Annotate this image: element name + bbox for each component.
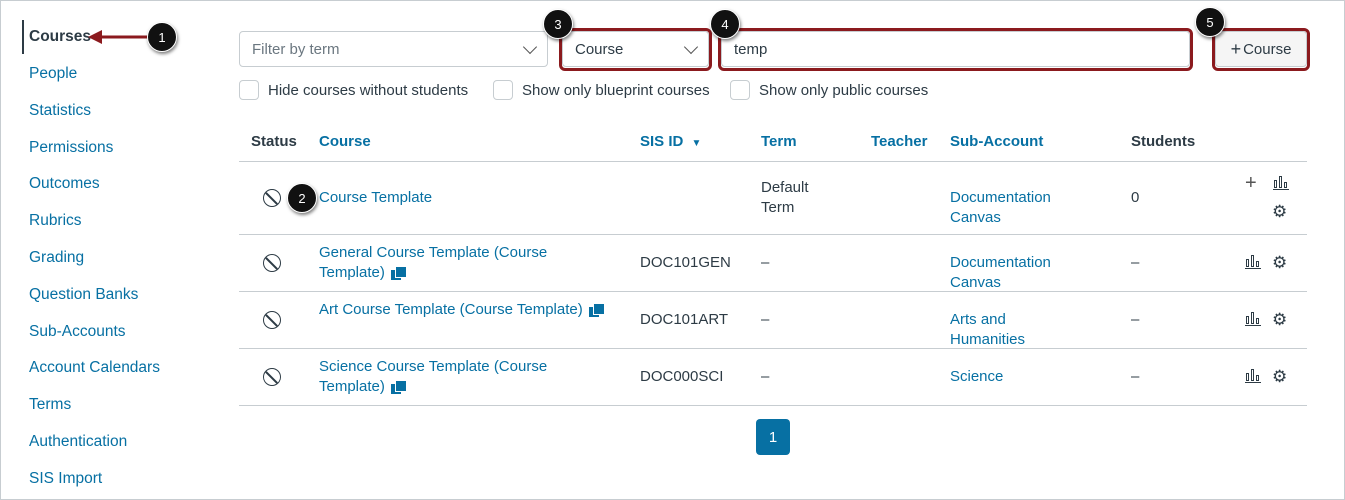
term: Default Term bbox=[761, 179, 809, 216]
page-1-button[interactable]: 1 bbox=[756, 419, 790, 455]
sidebar-item-grading[interactable]: Grading bbox=[29, 249, 84, 267]
checkbox-box[interactable] bbox=[493, 80, 513, 100]
sidebar-item-account-calendars[interactable]: Account Calendars bbox=[29, 359, 160, 377]
statistics-icon[interactable] bbox=[1245, 312, 1261, 326]
header-status: Status bbox=[251, 133, 297, 150]
sis-id: DOC101ART bbox=[640, 311, 729, 328]
students: – bbox=[1131, 368, 1140, 385]
sidebar-item-statistics[interactable]: Statistics bbox=[29, 102, 91, 120]
unpublished-icon bbox=[263, 368, 281, 386]
sis-id: DOC000SCI bbox=[640, 368, 724, 385]
term: – bbox=[761, 254, 770, 271]
header-sis-id-label: SIS ID bbox=[640, 133, 684, 150]
annotation-badge-1: 1 bbox=[147, 22, 177, 52]
sub-account-link[interactable]: Documentation Canvas bbox=[950, 188, 1080, 228]
sub-account-link[interactable]: Arts and Humanities bbox=[950, 310, 1080, 350]
course-link[interactable]: Course Template bbox=[319, 188, 569, 208]
students: – bbox=[1131, 254, 1140, 271]
statistics-icon[interactable] bbox=[1245, 369, 1261, 383]
sidebar-item-terms[interactable]: Terms bbox=[29, 396, 71, 414]
course-link[interactable]: Science Course Template (Course Template… bbox=[319, 357, 569, 397]
sub-account-link[interactable]: Documentation Canvas bbox=[950, 253, 1080, 293]
sidebar-item-question-banks[interactable]: Question Banks bbox=[29, 286, 138, 304]
active-indicator bbox=[22, 20, 24, 54]
header-sub-account[interactable]: Sub-Account bbox=[950, 133, 1043, 150]
checkbox-label: Hide courses without students bbox=[268, 81, 469, 99]
header-term[interactable]: Term bbox=[761, 133, 797, 150]
sidebar-item-courses[interactable]: Courses bbox=[29, 28, 91, 46]
sidebar-item-outcomes[interactable]: Outcomes bbox=[29, 175, 100, 193]
divider bbox=[239, 405, 1307, 406]
header-students: Students bbox=[1131, 133, 1196, 150]
course-name[interactable]: Art Course Template (Course Template) bbox=[319, 301, 583, 318]
sidebar-item-people[interactable]: People bbox=[29, 65, 77, 83]
divider bbox=[239, 234, 1307, 235]
course-name[interactable]: Course Template bbox=[319, 189, 432, 206]
sub-account-link[interactable]: Science bbox=[950, 367, 1080, 387]
settings-gear-icon[interactable]: ⚙ bbox=[1272, 311, 1287, 328]
checkbox-box[interactable] bbox=[730, 80, 750, 100]
term: – bbox=[761, 311, 770, 328]
course-link[interactable]: Art Course Template (Course Template) bbox=[319, 300, 609, 320]
hide-no-students-checkbox[interactable]: Hide courses without students bbox=[239, 80, 468, 100]
header-course[interactable]: Course bbox=[319, 133, 371, 150]
divider bbox=[239, 161, 1307, 162]
settings-gear-icon[interactable]: ⚙ bbox=[1272, 254, 1287, 271]
blueprint-only-checkbox[interactable]: Show only blueprint courses bbox=[493, 80, 710, 100]
annotation-badge-4: 4 bbox=[710, 9, 740, 39]
blueprint-icon bbox=[390, 266, 407, 281]
blueprint-icon bbox=[390, 380, 407, 395]
term: – bbox=[761, 368, 770, 385]
sis-id: DOC101GEN bbox=[640, 254, 731, 271]
annotation-box bbox=[718, 28, 1193, 71]
divider bbox=[239, 348, 1307, 349]
term-filter-placeholder: Filter by term bbox=[252, 40, 340, 58]
blueprint-icon bbox=[588, 303, 605, 318]
settings-gear-icon[interactable]: ⚙ bbox=[1272, 203, 1287, 220]
header-sis-id[interactable]: SIS ID ▼ bbox=[640, 133, 701, 150]
divider bbox=[239, 291, 1307, 292]
sidebar-item-sis-import[interactable]: SIS Import bbox=[29, 470, 102, 488]
chevron-down-icon bbox=[522, 39, 538, 54]
statistics-icon[interactable] bbox=[1273, 176, 1289, 190]
course-name[interactable]: Science Course Template (Course Template… bbox=[319, 358, 547, 395]
sidebar-item-sub-accounts[interactable]: Sub-Accounts bbox=[29, 323, 126, 341]
unpublished-icon bbox=[263, 311, 281, 329]
annotation-badge-2: 2 bbox=[287, 183, 317, 213]
unpublished-icon bbox=[263, 254, 281, 272]
students: 0 bbox=[1131, 189, 1140, 206]
sidebar-item-authentication[interactable]: Authentication bbox=[29, 433, 127, 451]
term-filter-select[interactable]: Filter by term bbox=[239, 31, 548, 67]
settings-gear-icon[interactable]: ⚙ bbox=[1272, 368, 1287, 385]
annotation-badge-5: 5 bbox=[1195, 7, 1225, 37]
annotation-box bbox=[1212, 28, 1310, 71]
checkbox-label: Show only blueprint courses bbox=[522, 81, 710, 99]
add-user-icon[interactable]: + bbox=[1245, 173, 1257, 193]
checkbox-label: Show only public courses bbox=[759, 81, 929, 99]
annotation-arrow bbox=[88, 30, 148, 44]
header-teacher[interactable]: Teacher bbox=[871, 133, 927, 150]
course-link[interactable]: General Course Template (Course Template… bbox=[319, 243, 569, 283]
unpublished-icon bbox=[263, 189, 281, 207]
sort-desc-icon: ▼ bbox=[691, 138, 702, 149]
checkbox-box[interactable] bbox=[239, 80, 259, 100]
statistics-icon[interactable] bbox=[1245, 255, 1261, 269]
course-name[interactable]: General Course Template (Course Template… bbox=[319, 244, 547, 281]
sidebar-item-permissions[interactable]: Permissions bbox=[29, 139, 113, 157]
annotation-badge-3: 3 bbox=[543, 9, 573, 39]
sidebar-item-rubrics[interactable]: Rubrics bbox=[29, 212, 82, 230]
annotation-box bbox=[559, 28, 712, 71]
frame bbox=[0, 0, 1345, 500]
public-only-checkbox[interactable]: Show only public courses bbox=[730, 80, 928, 100]
students: – bbox=[1131, 311, 1140, 328]
